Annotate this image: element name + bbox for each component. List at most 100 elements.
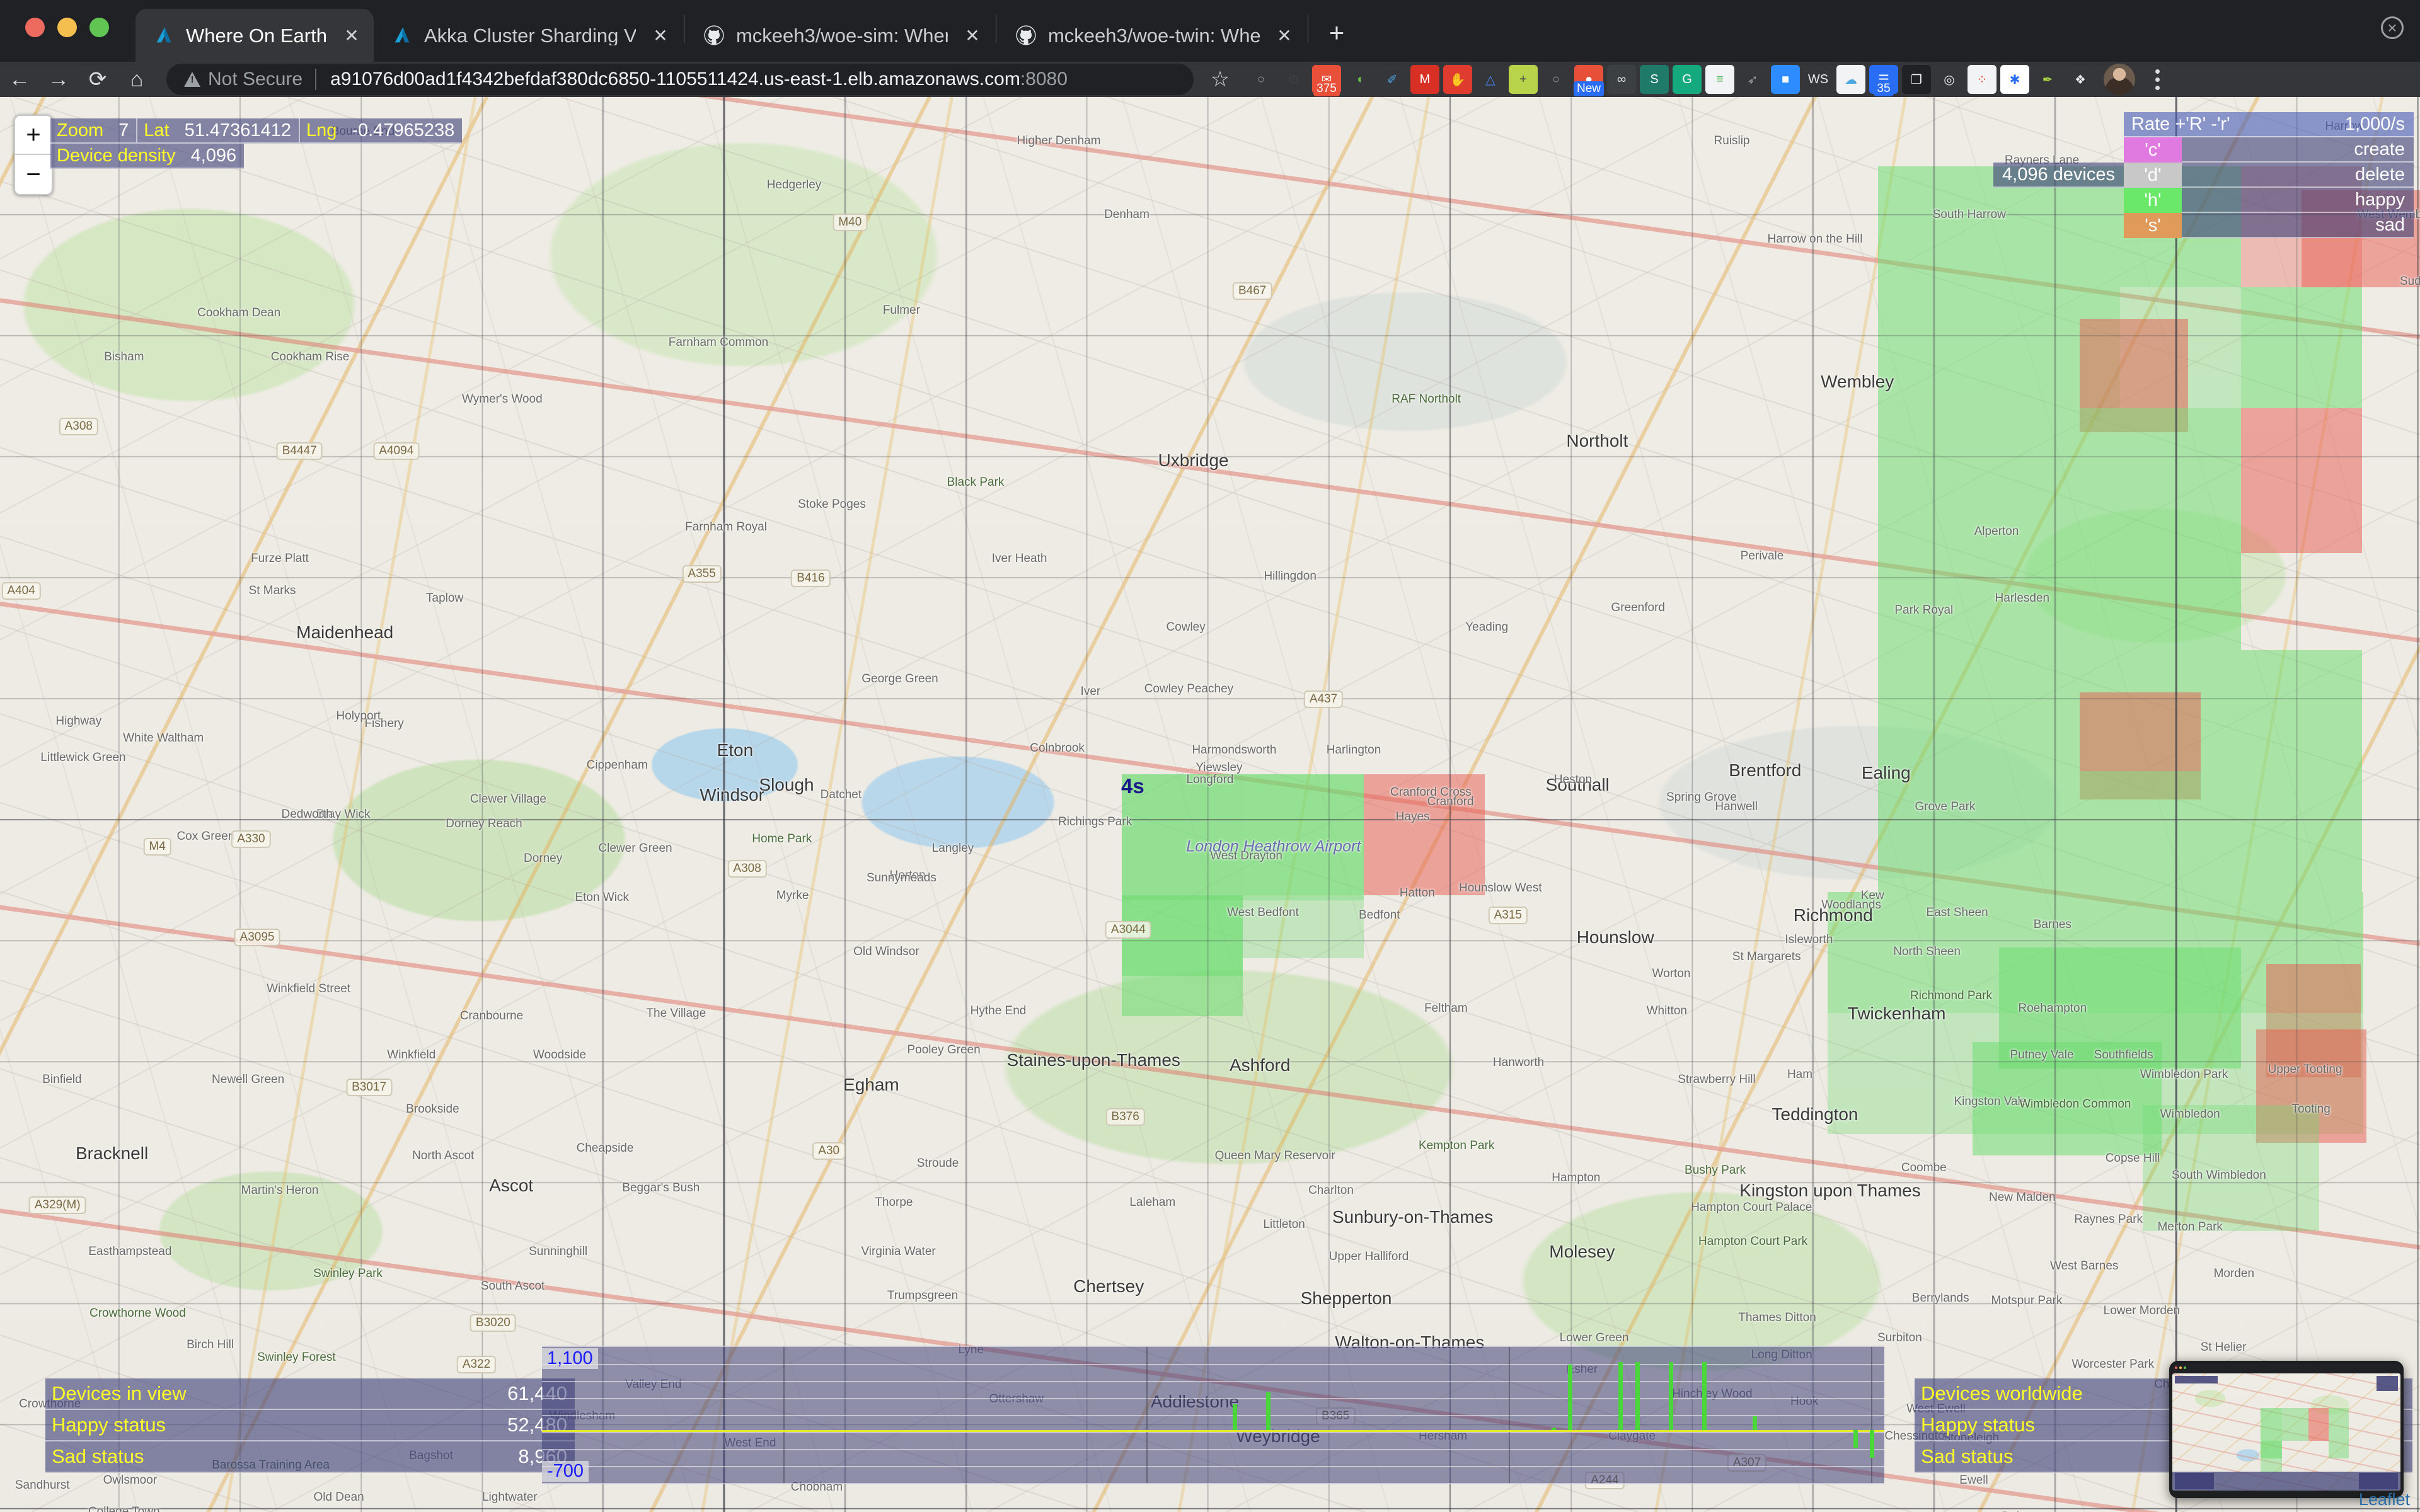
devices-in-view-label: Devices in view xyxy=(52,1382,187,1404)
map-place-label: George Green xyxy=(861,672,938,686)
not-secure-icon xyxy=(184,72,200,87)
zoom-value: 7 xyxy=(118,120,129,140)
shortcut-row-create[interactable]: 'c' create xyxy=(2124,137,2414,163)
shortcut-row-delete[interactable]: 'd' delete xyxy=(2124,163,2414,188)
rocket-extension[interactable]: ➶ xyxy=(1738,65,1767,94)
tab-woe-twin[interactable]: mckeeh3/woe-twin: Where On ✕ xyxy=(998,9,1306,62)
map-place-label: Surbiton xyxy=(1877,1331,1922,1344)
map-place-label: Stroude xyxy=(916,1156,959,1170)
gear-extension[interactable]: ⚙ xyxy=(1279,65,1308,94)
columns-extension[interactable]: ≡ xyxy=(1705,65,1734,94)
map-place-label: Longford xyxy=(1186,773,1234,787)
s-green-extension[interactable]: S xyxy=(1640,65,1669,94)
map-place-label: Fulmer xyxy=(882,304,920,318)
shortcut-row-happy[interactable]: 'h' happy xyxy=(2124,188,2414,213)
asterisk-extension[interactable]: ✱ xyxy=(2000,65,2029,94)
pages-extension[interactable]: ❐ xyxy=(1902,65,1931,94)
chart-bar xyxy=(1702,1362,1707,1430)
rainbow-lock-extension[interactable]: ● New xyxy=(1573,65,1605,96)
ring-grey-extension[interactable]: ○ xyxy=(1247,65,1276,94)
minimize-window-button[interactable] xyxy=(57,18,77,37)
map-place-label: Eton xyxy=(717,740,754,760)
map-place-label: Egham xyxy=(843,1074,899,1094)
close-tab-button[interactable]: ✕ xyxy=(1274,25,1295,46)
tasks-extension[interactable]: ☰ 35 xyxy=(1869,65,1898,96)
ws-client-extension[interactable]: WS xyxy=(1804,65,1833,94)
shortcut-row-sad[interactable]: 's' sad xyxy=(2124,213,2414,238)
cloud-extension[interactable]: ☁ xyxy=(1836,65,1865,94)
bookmark-star-icon[interactable]: ☆ xyxy=(1205,64,1235,94)
close-window-button[interactable] xyxy=(25,18,45,37)
shortcut-key-swatch: 'd' xyxy=(2124,163,2182,188)
loop-extension[interactable]: ∞ xyxy=(1607,65,1636,94)
zoom-out-button[interactable]: − xyxy=(15,155,52,194)
device-rate-chart: 1,100 -700 xyxy=(542,1346,1884,1484)
ring-dark-extension[interactable]: ○ xyxy=(1541,65,1570,94)
close-tab-button[interactable]: ✕ xyxy=(962,25,983,46)
map-place-label: Laleham xyxy=(1129,1196,1176,1209)
broom-extension[interactable]: ✒ xyxy=(2033,65,2062,94)
map-place-label: West Bedfont xyxy=(1227,905,1299,919)
grammarly-extension[interactable]: G xyxy=(1673,65,1702,94)
map-place-label: Maidenhead xyxy=(296,622,394,643)
close-tab-button[interactable]: ✕ xyxy=(650,25,671,46)
chart-bar xyxy=(1551,1428,1556,1430)
google-drive-extension[interactable]: △ xyxy=(1476,65,1505,94)
map-place-label: Dedworth xyxy=(281,807,333,821)
adblock-extension[interactable]: ✋ xyxy=(1443,65,1472,94)
map-place-label: B3020 xyxy=(470,1314,516,1332)
map-place-label: London Heathrow Airport xyxy=(1186,837,1361,855)
back-button[interactable]: ← xyxy=(0,62,39,97)
minimap-thumbnail[interactable] xyxy=(2169,1361,2404,1498)
close-icon[interactable]: × xyxy=(2381,16,2404,39)
shortcut-key: 'h' xyxy=(2144,190,2162,210)
lat-label: Lat xyxy=(144,120,170,140)
tab-woe-sim[interactable]: mckeeh3/woe-sim: Where On E ✕ xyxy=(686,9,994,62)
evernote-extension[interactable]: ◖ xyxy=(1345,65,1374,94)
leaflet-attribution[interactable]: Leaflet xyxy=(2359,1490,2410,1509)
extensions-toolbar: ○ ⚙ ✉ 375 ◖ ✐ M ✋ △ + ○ ● New ∞ S G ≡ ➶ ■ WS ☁ ☰ 35 ❐ ◎ ⁘ ✱ ✒ ❖ xyxy=(1247,65,2095,96)
map-place-label: Highway xyxy=(55,714,102,728)
home-button[interactable]: ⌂ xyxy=(117,62,156,97)
avatar[interactable] xyxy=(2104,64,2135,95)
address-bar[interactable]: Not Secure a91076d00ad1f4342befdaf380dc6… xyxy=(166,64,1194,95)
github-icon xyxy=(702,23,726,47)
chart-bar xyxy=(1870,1430,1875,1458)
gmail-extension[interactable]: M xyxy=(1410,65,1439,94)
map-place-label: Kempton Park xyxy=(1418,1139,1495,1153)
wheel-extension[interactable]: ◎ xyxy=(1935,65,1964,94)
map-place-label: Iver xyxy=(1080,684,1101,698)
kebab-menu-icon[interactable] xyxy=(2145,64,2169,95)
bubbles-extension[interactable]: ⁘ xyxy=(1968,65,1997,94)
puzzle-extension[interactable]: ❖ xyxy=(2066,65,2095,94)
forward-button[interactable]: → xyxy=(39,62,78,97)
new-tab-button[interactable]: + xyxy=(1316,12,1357,54)
map-place-label: Bisham xyxy=(104,350,144,364)
map-place-label: Kingston Vale xyxy=(1954,1095,2027,1109)
region-tooltip: 4s xyxy=(1121,774,1144,798)
map-place-label: B376 xyxy=(1105,1108,1145,1126)
map-place-label: Stoke Poges xyxy=(798,498,866,512)
map-place-label: A3044 xyxy=(1105,921,1151,939)
maximize-window-button[interactable] xyxy=(89,18,109,37)
shortcut-action: sad xyxy=(2182,213,2414,238)
chart-gridline xyxy=(542,1466,1884,1467)
zoom-extension[interactable]: ■ xyxy=(1771,65,1800,94)
map-canvas[interactable]: Bourne EndHigher DenhamRuislipRayners La… xyxy=(0,97,2420,1512)
map-place-label: Cookham Dean xyxy=(197,306,281,320)
close-tab-button[interactable]: ✕ xyxy=(341,25,362,46)
tab-where-on-earth[interactable]: Where On Earth ✕ xyxy=(135,9,374,62)
chart-vertical-gridline xyxy=(783,1347,785,1483)
map-place-label: College Town xyxy=(88,1505,160,1512)
map-place-label: Denham xyxy=(1104,208,1150,222)
map-place-label: Roehampton xyxy=(2018,1001,2087,1015)
marker-extension[interactable]: ✐ xyxy=(1378,65,1407,94)
map-place-label: Martin's Heron xyxy=(241,1183,319,1197)
map-place-label: White Waltham xyxy=(123,731,204,745)
reload-button[interactable]: ⟳ xyxy=(78,62,117,97)
map-place-label: A329(M) xyxy=(28,1196,86,1214)
tab-akka-cluster-sharding-viewer[interactable]: Akka Cluster Sharding Viewer ✕ xyxy=(374,9,683,62)
zoom-in-button[interactable]: + xyxy=(15,116,52,155)
gmail-checker-extension[interactable]: ✉ 375 xyxy=(1312,65,1341,96)
notes-extension[interactable]: + xyxy=(1509,65,1538,94)
